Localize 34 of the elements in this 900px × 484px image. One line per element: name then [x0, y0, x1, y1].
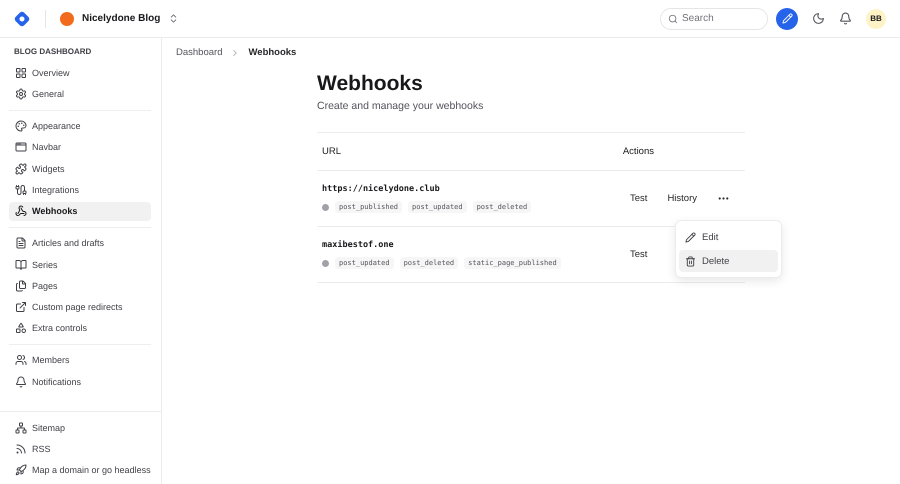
- sidebar-item[interactable]: Appearance: [9, 116, 151, 136]
- sidebar-item[interactable]: Widgets: [9, 159, 151, 178]
- menu-item[interactable]: Edit: [679, 226, 778, 248]
- sidebar-item[interactable]: Series: [9, 255, 151, 274]
- column-header: URL: [322, 146, 342, 157]
- sidebar-item[interactable]: Members: [9, 350, 151, 370]
- sidebar-item[interactable]: Notifications: [9, 372, 151, 392]
- sidebar-item[interactable]: Overview: [9, 63, 151, 82]
- sidebar-item[interactable]: Pages: [9, 276, 151, 296]
- sidebar-heading: BLOG DASHBOARD: [13, 47, 92, 58]
- search-field[interactable]: Search: [660, 8, 768, 30]
- breadcrumb-current: Webhooks: [248, 47, 296, 58]
- webhook-url: maxibestof.one: [322, 240, 395, 250]
- sidebar-item[interactable]: Integrations: [9, 180, 151, 200]
- action-button[interactable]: History: [659, 190, 705, 207]
- sidebar-item[interactable]: RSS: [9, 439, 151, 458]
- sidebar-item[interactable]: Sitemap: [9, 418, 151, 438]
- sidebar-item[interactable]: Extra controls: [9, 318, 151, 338]
- page-subtitle: Create and manage your webhooks: [317, 100, 484, 112]
- sidebar-item[interactable]: Custom page redirects: [9, 298, 151, 317]
- page-title: Webhooks: [317, 72, 424, 96]
- sidebar-item[interactable]: Webhooks: [9, 202, 151, 221]
- menu-item[interactable]: Delete: [679, 250, 778, 272]
- breadcrumb-link[interactable]: Dashboard: [176, 47, 222, 58]
- avatar[interactable]: BB: [866, 8, 886, 28]
- sidebar-item[interactable]: Map a domain or go headless: [9, 460, 151, 480]
- action-button[interactable]: Test: [622, 246, 656, 263]
- sidebar-item[interactable]: Articles and drafts: [9, 234, 151, 253]
- sidebar-item[interactable]: Navbar: [9, 138, 151, 157]
- action-button[interactable]: Test: [622, 190, 656, 207]
- sidebar-item[interactable]: General: [9, 84, 151, 104]
- column-header: Actions: [622, 146, 654, 157]
- webhook-url: https://nicelydone.club: [322, 184, 441, 194]
- blog-name[interactable]: Nicelydone Blog: [82, 13, 160, 24]
